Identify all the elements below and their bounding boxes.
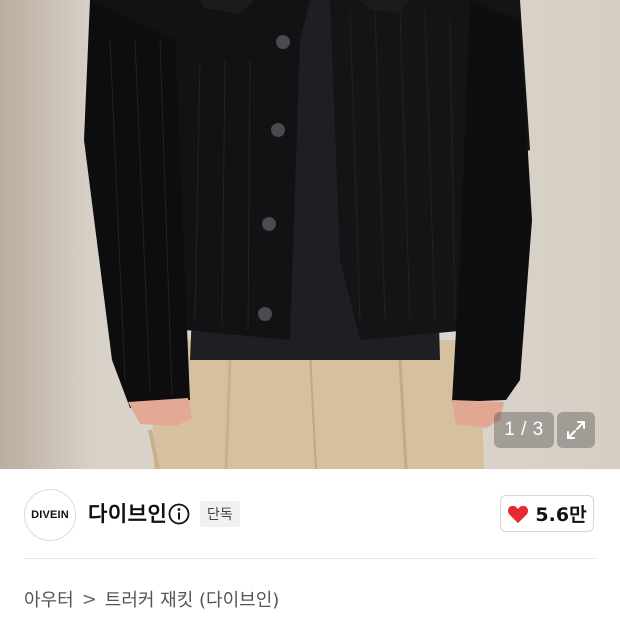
breadcrumb-category[interactable]: 아우터: [24, 586, 74, 612]
info-icon[interactable]: [168, 503, 190, 525]
like-count: 5.6만: [535, 504, 587, 526]
breadcrumb: 아우터 > 트러커 재킷 (다이브인): [24, 586, 279, 612]
brand-logo[interactable]: DIVEIN: [24, 489, 76, 541]
product-image-gallery[interactable]: 1 / 3: [0, 0, 620, 469]
exclusive-badge: 단독: [200, 501, 240, 527]
product-photo: [84, 0, 532, 469]
brand-name[interactable]: 다이브인: [88, 500, 167, 528]
like-button[interactable]: 5.6만: [500, 495, 594, 532]
divider: [24, 558, 596, 559]
expand-icon: [567, 421, 585, 439]
breadcrumb-product[interactable]: 트러커 재킷 (다이브인): [105, 586, 280, 612]
image-counter: 1 / 3: [494, 412, 554, 448]
expand-button[interactable]: [557, 412, 595, 448]
chevron-right-icon: >: [81, 588, 97, 610]
heart-icon: [508, 505, 529, 523]
